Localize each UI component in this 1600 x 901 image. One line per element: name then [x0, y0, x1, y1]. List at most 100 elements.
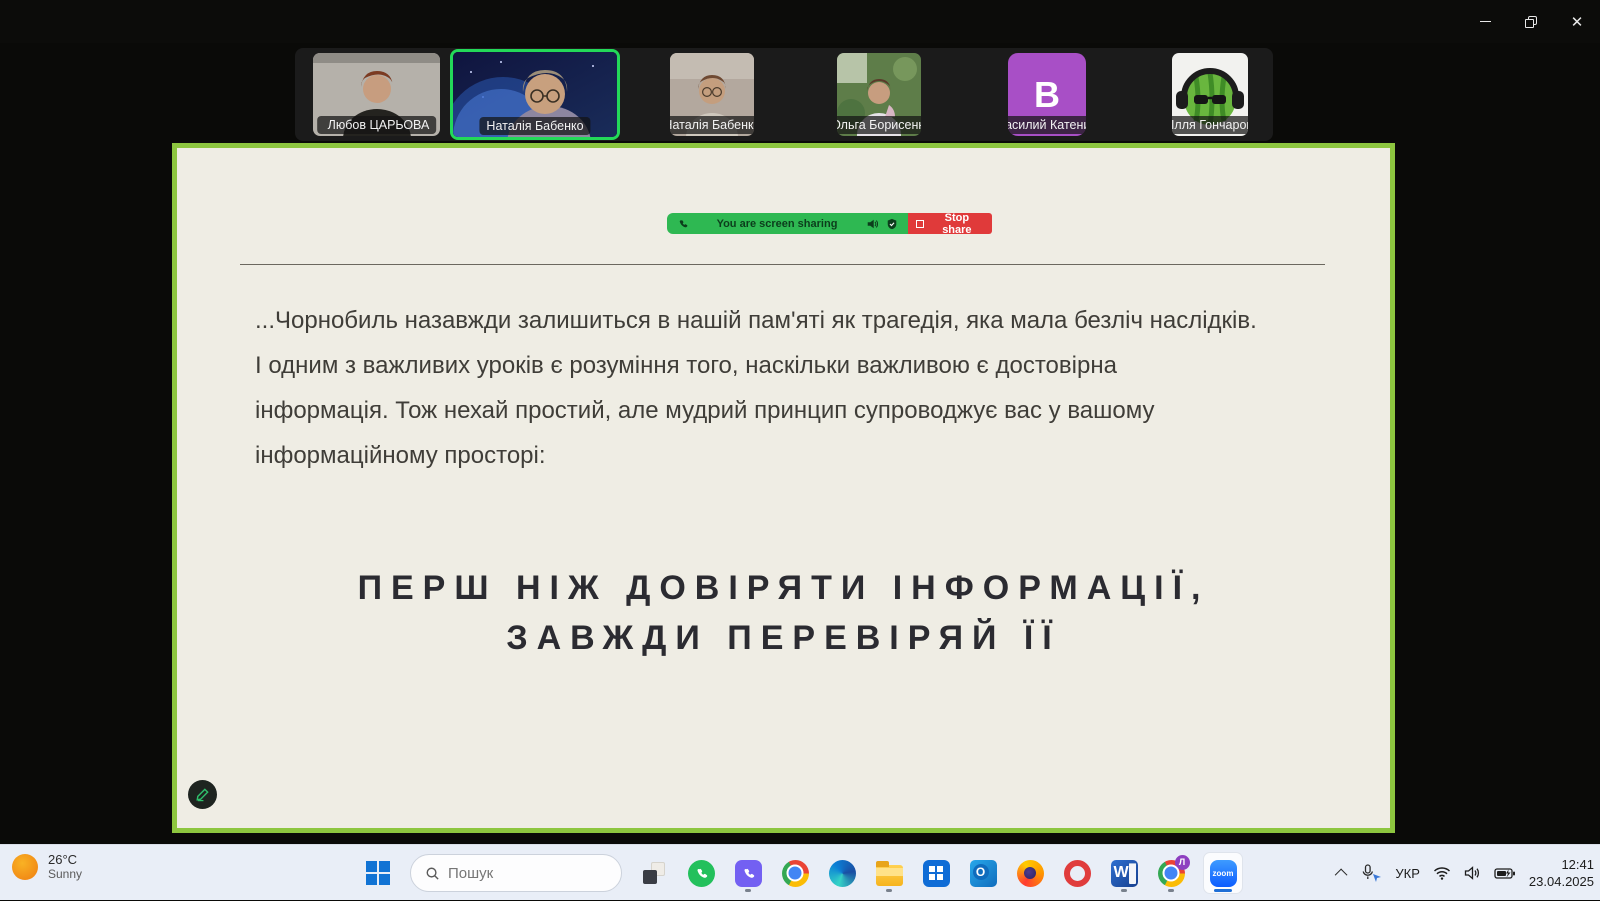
wifi-icon — [1433, 866, 1451, 880]
whatsapp-icon — [688, 860, 715, 887]
share-status-text: You are screen sharing — [696, 218, 858, 230]
participant-name-tag: Наталія Бабенко — [479, 117, 590, 135]
phone-icon — [677, 218, 688, 229]
stop-icon — [916, 220, 924, 228]
running-indicator — [745, 889, 751, 892]
security-shield-icon[interactable] — [886, 218, 898, 230]
participant-tile[interactable]: Ольга Борисенко — [837, 53, 921, 136]
participant-name-tag: Василий Катенин — [1008, 116, 1086, 134]
participant-name: Ілля Гончаров — [1172, 118, 1248, 132]
running-indicator — [1121, 889, 1127, 892]
viber-icon — [735, 860, 762, 887]
taskbar: 26°C Sunny — [0, 844, 1600, 900]
stop-share-label: Stop share — [930, 212, 984, 236]
profile-badge: Л — [1175, 855, 1190, 870]
taskbar-app-chrome[interactable] — [780, 852, 810, 894]
language-indicator[interactable]: УКР — [1395, 866, 1420, 881]
close-icon: ✕ — [1571, 13, 1584, 31]
windows-logo-icon — [366, 861, 390, 885]
chrome-icon: Л — [1158, 860, 1185, 887]
close-button[interactable]: ✕ — [1554, 0, 1600, 43]
participant-name-tag: Ольга Борисенко — [837, 116, 921, 134]
audio-icon[interactable] — [866, 218, 878, 230]
start-button[interactable] — [363, 852, 393, 894]
taskbar-app-chrome-profile[interactable]: Л — [1156, 852, 1186, 894]
screen-share-bar: You are screen sharing Stop share — [667, 213, 992, 234]
minimize-icon — [1480, 21, 1491, 23]
taskbar-center: W Л zoom — [363, 845, 1243, 901]
task-view-icon — [643, 862, 665, 884]
pencil-icon — [195, 787, 210, 802]
slide-divider-line — [240, 264, 1325, 265]
tray-overflow-button[interactable] — [1338, 869, 1347, 878]
paragraph-line: І одним з важливих уроків є розуміння то… — [255, 343, 1335, 388]
taskbar-app-whatsapp[interactable] — [686, 852, 716, 894]
taskbar-app-word[interactable]: W — [1109, 852, 1139, 894]
chrome-icon — [782, 860, 809, 887]
participant-name: Любов ЦАРЬОВА — [328, 118, 430, 132]
participant-tile-active-speaker[interactable]: Наталія Бабенко — [450, 49, 620, 140]
taskbar-app-zoom-active[interactable]: zoom — [1203, 852, 1243, 894]
participant-tile[interactable]: B Василий Катенин — [1008, 53, 1086, 136]
sun-icon — [12, 854, 38, 880]
weather-widget[interactable]: 26°C Sunny — [12, 852, 82, 882]
heading-line: ПЕРШ НІЖ ДОВІРЯТИ ІНФОРМАЦІЇ, — [177, 563, 1390, 613]
participant-name-tag: Наталія Бабенко — [670, 116, 754, 134]
annotate-button[interactable] — [188, 780, 217, 809]
participant-letter-avatar: B — [1034, 74, 1060, 116]
taskbar-app-edge[interactable] — [827, 852, 857, 894]
participant-name-tag: Ілля Гончаров — [1172, 116, 1248, 134]
restore-icon — [1525, 16, 1537, 28]
participant-name: Василий Катенин — [1008, 118, 1086, 132]
participants-strip: Любов ЦАРЬОВА Наталія Бабенко — [295, 48, 1273, 141]
edge-icon — [829, 860, 856, 887]
taskbar-app-outlook[interactable] — [968, 852, 998, 894]
tray-time: 12:41 — [1529, 856, 1594, 873]
paragraph-line: інформаційному просторі: — [255, 433, 1335, 478]
paragraph-line: ...Чорнобиль назавжди залишиться в нашій… — [255, 298, 1335, 343]
running-indicator — [886, 889, 892, 892]
taskbar-app-viber[interactable] — [733, 852, 763, 894]
stop-share-button[interactable]: Stop share — [908, 213, 992, 234]
participant-tile[interactable]: Наталія Бабенко — [670, 53, 754, 136]
volume-indicator[interactable] — [1464, 866, 1481, 880]
clock[interactable]: 12:41 23.04.2025 — [1529, 856, 1594, 890]
task-view-button[interactable] — [639, 852, 669, 894]
weather-temperature: 26°C — [48, 852, 82, 867]
participant-name: Наталія Бабенко — [670, 118, 754, 132]
search-icon — [425, 866, 440, 881]
shared-screen: You are screen sharing Stop share ...Чор… — [172, 143, 1395, 833]
taskbar-app-microsoft-store[interactable] — [921, 852, 951, 894]
word-icon: W — [1111, 860, 1138, 887]
running-indicator — [1168, 889, 1174, 892]
taskbar-app-firefox[interactable] — [1015, 852, 1045, 894]
participant-tile[interactable]: Любов ЦАРЬОВА — [313, 53, 440, 136]
taskbar-app-file-explorer[interactable] — [874, 852, 904, 894]
taskbar-search[interactable] — [410, 854, 622, 892]
taskbar-app-opera[interactable] — [1062, 852, 1092, 894]
microphone-location-icon — [1360, 864, 1382, 882]
file-explorer-icon — [876, 865, 903, 886]
participant-tile[interactable]: Ілля Гончаров — [1172, 53, 1248, 136]
slide-heading: ПЕРШ НІЖ ДОВІРЯТИ ІНФОРМАЦІЇ, ЗАВЖДИ ПЕР… — [177, 563, 1390, 663]
speaker-icon — [1464, 866, 1481, 880]
mic-in-use-indicator[interactable] — [1360, 864, 1382, 882]
heading-line: ЗАВЖДИ ПЕРЕВІРЯЙ ЇЇ — [177, 613, 1390, 663]
weather-condition: Sunny — [48, 867, 82, 882]
slide-paragraph: ...Чорнобиль назавжди залишиться в нашій… — [255, 298, 1335, 478]
battery-indicator[interactable] — [1494, 867, 1516, 880]
battery-charging-icon — [1494, 867, 1516, 880]
participant-name: Наталія Бабенко — [486, 119, 583, 133]
wifi-indicator[interactable] — [1433, 866, 1451, 880]
screen-share-status: You are screen sharing — [667, 213, 908, 234]
firefox-icon — [1017, 860, 1044, 887]
microsoft-store-icon — [923, 860, 950, 887]
restore-button[interactable] — [1508, 0, 1554, 43]
active-app-indicator — [1214, 889, 1232, 892]
chevron-up-icon — [1335, 868, 1348, 881]
tray-date: 23.04.2025 — [1529, 873, 1594, 890]
window-title-bar: ✕ — [0, 0, 1600, 43]
system-tray: УКР 12:41 — [1338, 845, 1594, 901]
minimize-button[interactable] — [1462, 0, 1508, 43]
search-input[interactable] — [448, 865, 588, 882]
